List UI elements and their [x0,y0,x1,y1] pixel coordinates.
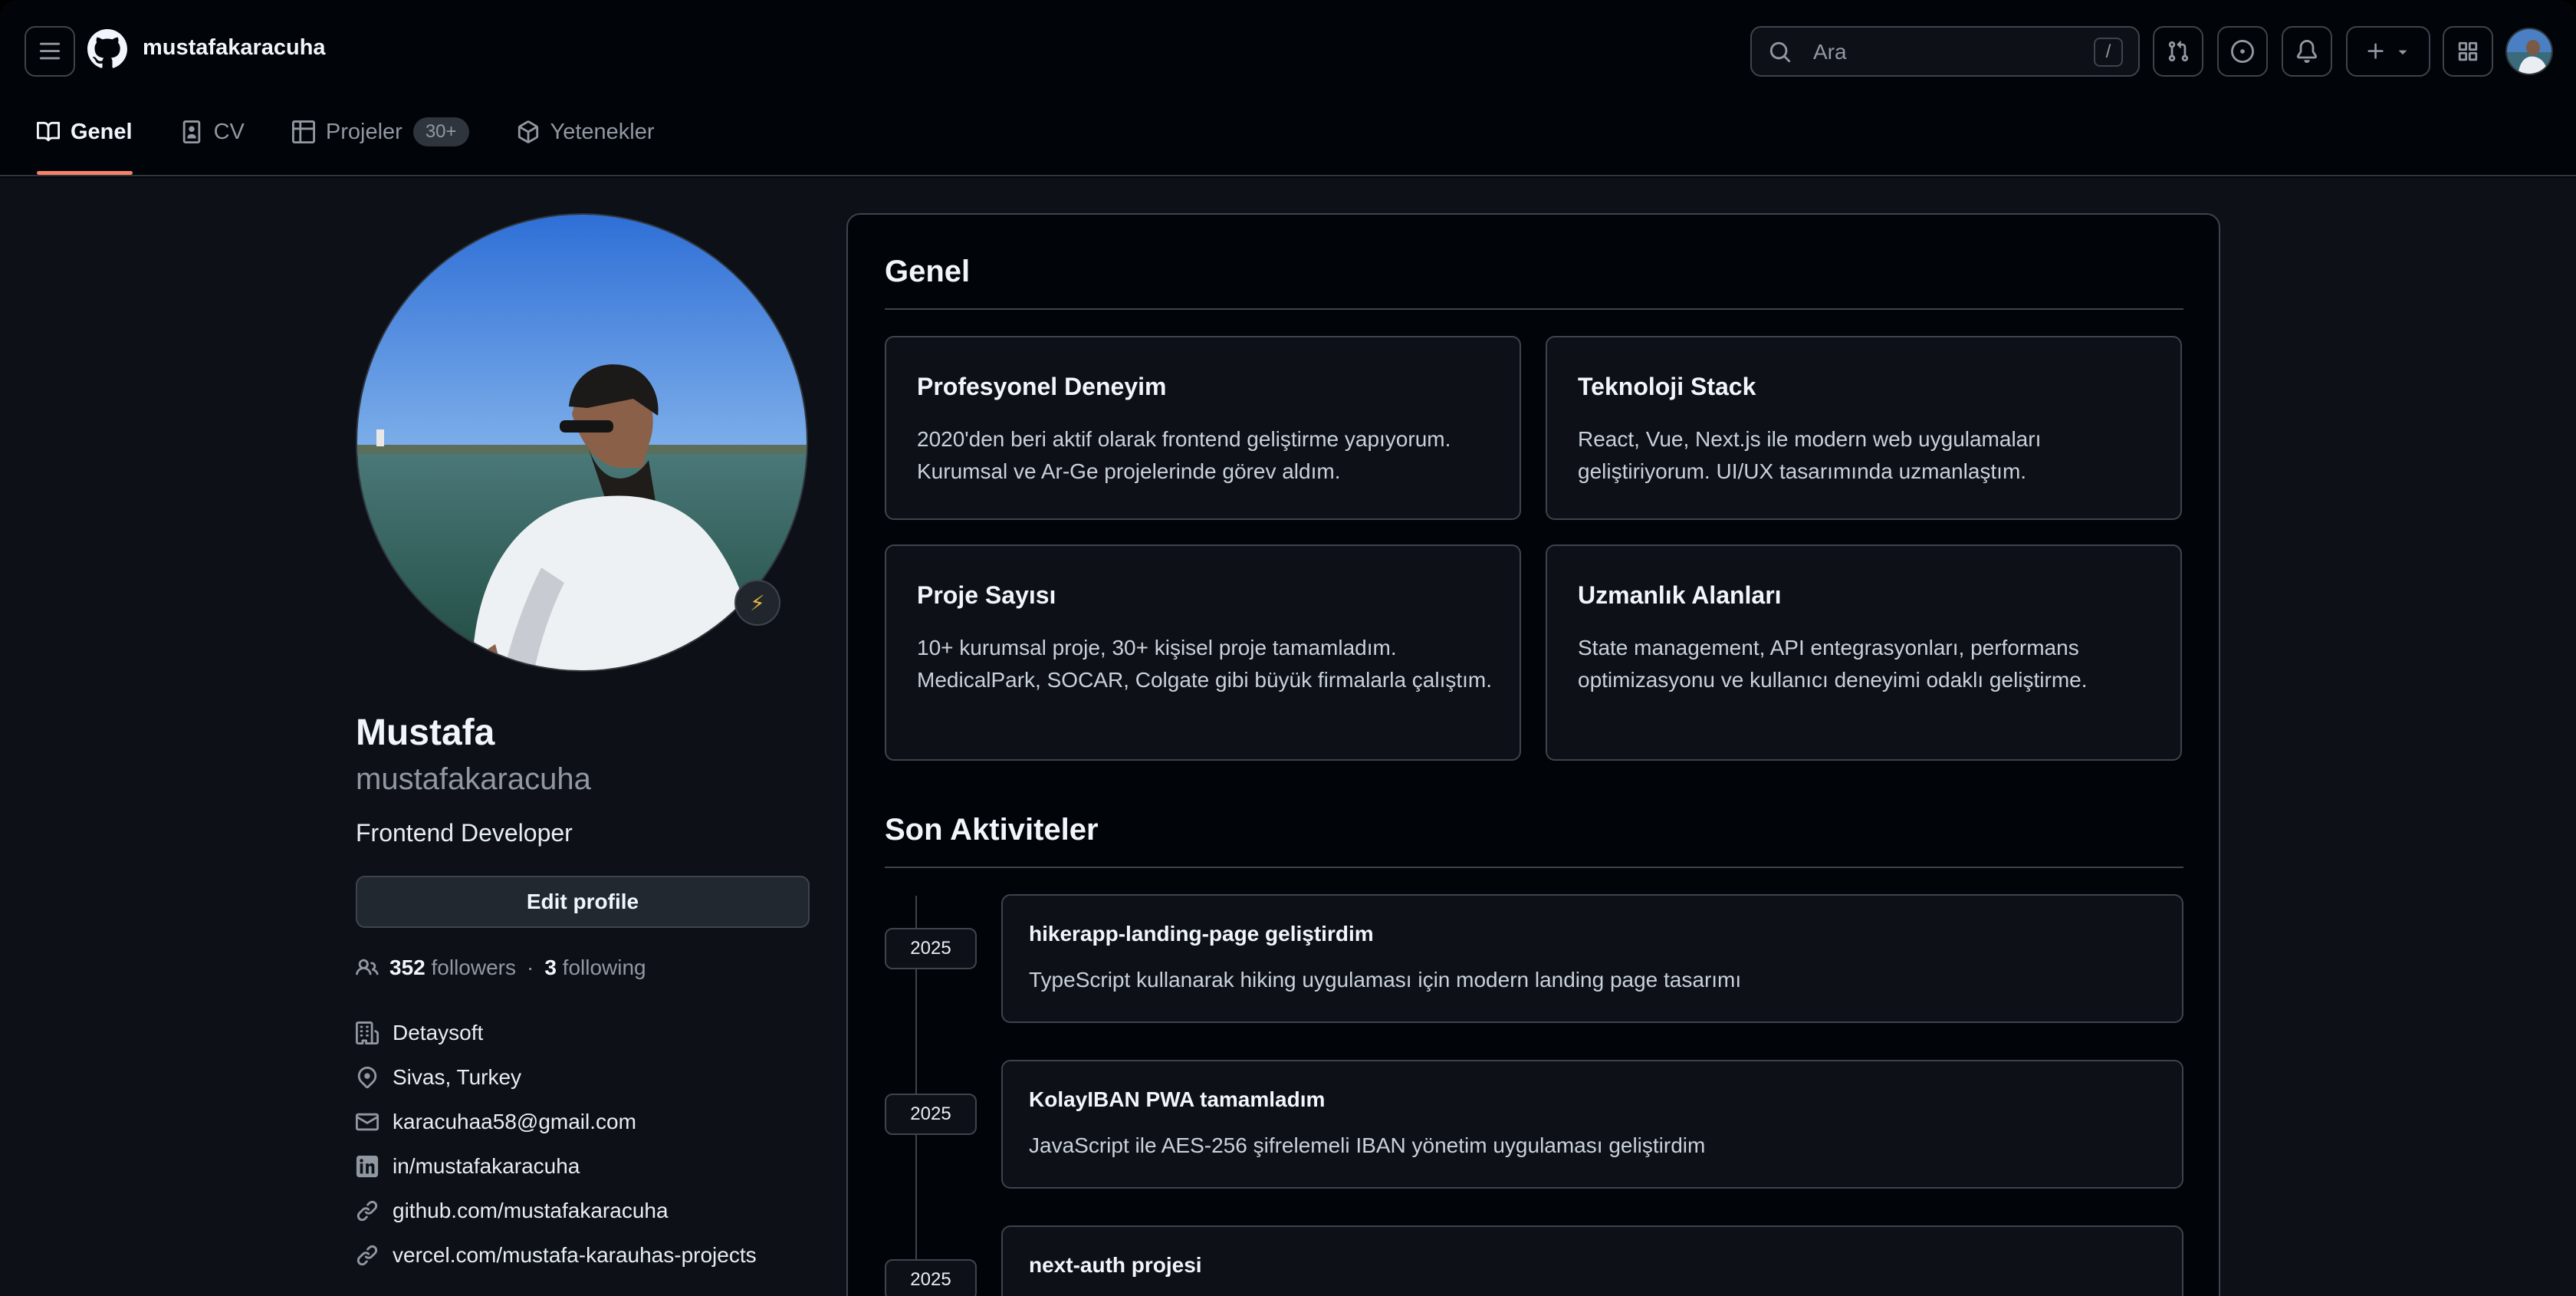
plus-icon [2365,41,2387,62]
github-logo-icon[interactable] [87,29,127,69]
edit-profile-button[interactable]: Edit profile [356,876,810,928]
following-label: following [562,956,646,979]
activity-text: TypeScript kullanarak hiking uygulaması … [1029,968,1742,992]
card-text: React, Vue, Next.js ile modern web uygul… [1578,427,2042,483]
followers-link[interactable]: 352 followers [389,956,516,980]
info-card: Uzmanlık Alanları State management, API … [1546,544,2182,761]
activity-card[interactable]: KolayIBAN PWA tamamladım JavaScript ile … [1001,1060,2183,1189]
apps-button[interactable] [2443,26,2493,77]
activity-card[interactable]: hikerapp-landing-page geliştirdim TypeSc… [1001,894,2183,1023]
linkedin-item[interactable]: in/mustafakaracuha [356,1144,757,1189]
card-text: State management, API entegrasyonları, p… [1578,636,2088,692]
user-avatar-button[interactable] [2505,28,2553,75]
person-card-icon [180,120,203,143]
info-card: Teknoloji Stack React, Vue, Next.js ile … [1546,336,2182,520]
lightning-icon: ⚡ [750,590,765,615]
website-item-github[interactable]: github.com/mustafakaracuha [356,1189,757,1233]
location-pin-icon [356,1066,379,1089]
profile-username: mustafakaracuha [356,762,591,796]
create-new-button[interactable] [2346,26,2430,77]
search-shortcut-key: / [2094,38,2123,67]
package-icon [517,120,540,143]
section-title-genel: Genel [885,255,971,288]
section-divider [885,308,2183,310]
triangle-down-icon [2394,43,2411,60]
card-title: Uzmanlık Alanları [1578,581,1782,609]
tab-label: CV [213,119,245,144]
mail-icon [356,1110,379,1133]
people-icon [356,956,379,979]
profile-bio: Frontend Developer [356,819,573,847]
followers-label: followers [431,956,516,979]
hamburger-icon [38,40,61,63]
search-placeholder: Ara [1813,40,1847,64]
website-link[interactable]: vercel.com/mustafa-karauhas-projects [393,1243,757,1268]
year-badge: 2025 [885,1094,977,1135]
company-item: Detaysoft [356,1011,757,1055]
link-icon [356,1199,379,1222]
tab-label: Genel [71,119,133,144]
follow-stats: 352 followers · 3 following [356,956,646,980]
activity-card[interactable]: next-auth projesi [1001,1225,2183,1296]
email-link[interactable]: karacuhaa58@gmail.com [393,1110,636,1134]
following-count: 3 [544,956,557,979]
following-link[interactable]: 3 following [544,956,646,980]
year-badge: 2025 [885,928,977,969]
profile-name: Mustafa [356,712,495,753]
activity-title: hikerapp-landing-page geliştirdim [1029,922,1374,946]
tab-label: Yetenekler [550,119,655,144]
search-input[interactable]: Ara / [1750,26,2140,77]
search-icon [1769,41,1792,64]
notifications-button[interactable] [2282,26,2332,77]
stats-separator: · [526,956,534,979]
linkedin-link[interactable]: in/mustafakaracuha [393,1154,580,1179]
website-item-vercel[interactable]: vercel.com/mustafa-karauhas-projects [356,1233,757,1278]
profile-tabs: Genel CV Projeler 30+ Yetenekler [37,104,702,176]
status-button[interactable]: ⚡ [734,580,780,626]
year-badge: 2025 [885,1259,977,1296]
card-title: Teknoloji Stack [1578,373,1756,400]
followers-count: 352 [389,956,426,979]
linkedin-icon [356,1155,379,1178]
issue-opened-icon [2231,40,2254,63]
global-header: mustafakaracuha Ara / Genel CV Projeler … [0,0,2576,176]
card-text: 10+ kurumsal proje, 30+ kişisel proje ta… [917,636,1493,692]
card-text: 2020'den beri aktif olarak frontend geli… [917,427,1451,483]
info-card: Proje Sayısı 10+ kurumsal proje, 30+ kiş… [885,544,1521,761]
organization-icon [356,1021,379,1044]
owner-name-link[interactable]: mustafakaracuha [143,35,326,61]
card-title: Proje Sayısı [917,581,1056,609]
activity-title: KolayIBAN PWA tamamladım [1029,1087,1326,1111]
git-pull-request-icon [2167,40,2190,63]
profile-details: Detaysoft Sivas, Turkey karacuhaa58@gmai… [356,1011,757,1278]
card-title: Profesyonel Deneyim [917,373,1167,400]
location-item: Sivas, Turkey [356,1055,757,1100]
tab-yetenekler[interactable]: Yetenekler [517,104,655,160]
section-title-activities: Son Aktiviteler [885,813,1099,847]
activity-title: next-auth projesi [1029,1253,1202,1277]
link-icon [356,1244,379,1267]
company-text: Detaysoft [393,1021,484,1044]
pull-requests-button[interactable] [2153,26,2203,77]
menu-button[interactable] [25,26,75,77]
email-item[interactable]: karacuhaa58@gmail.com [356,1100,757,1144]
issues-button[interactable] [2217,26,2268,77]
book-icon [37,120,60,143]
website-link[interactable]: github.com/mustafakaracuha [393,1199,669,1223]
activity-text: JavaScript ile AES-256 şifrelemeli IBAN … [1029,1133,1706,1157]
section-divider [885,867,2183,868]
table-icon [291,120,315,143]
main-content: ⚡ Mustafa mustafakaracuha Frontend Devel… [0,178,2576,1296]
location-text: Sivas, Turkey [393,1065,522,1089]
browser-frame: mustafakaracuha Ara / Genel CV Projeler … [0,0,2576,1296]
overview-panel: Genel Profesyonel Deneyim 2020'den beri … [846,213,2220,1296]
tab-cv[interactable]: CV [180,104,245,160]
info-card: Profesyonel Deneyim 2020'den beri aktif … [885,336,1521,520]
tab-label: Projeler [325,119,402,144]
tab-projeler[interactable]: Projeler 30+ [291,104,469,160]
apps-grid-icon [2456,40,2479,63]
tab-counter: 30+ [412,117,469,146]
tab-genel[interactable]: Genel [37,104,133,175]
bell-icon [2295,40,2318,63]
